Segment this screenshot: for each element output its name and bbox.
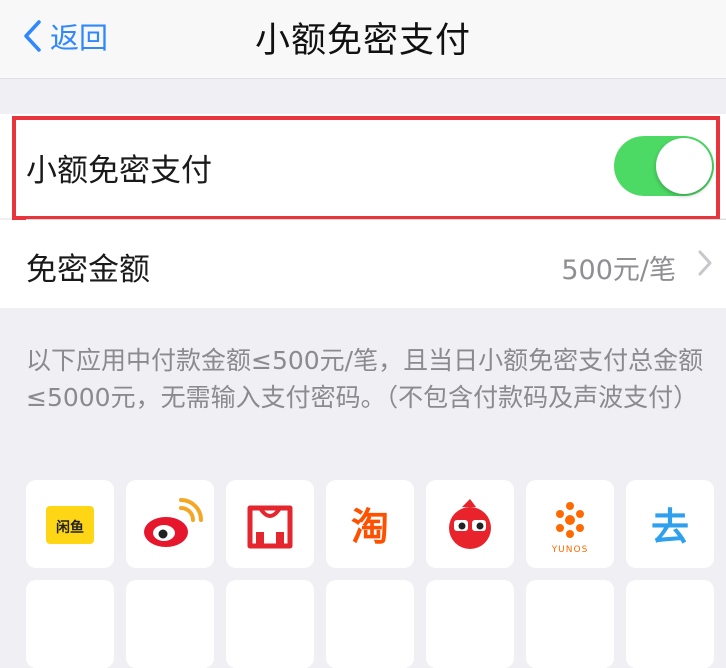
app-tile[interactable]: 闲鱼 [26, 480, 114, 568]
section-gap [0, 79, 726, 113]
app-tile[interactable] [426, 580, 514, 668]
app-tile[interactable] [426, 480, 514, 568]
app-tile[interactable] [126, 480, 214, 568]
toggle-row-label: 小额免密支付 [26, 153, 212, 189]
red-bird-icon [449, 499, 491, 549]
small-payment-switch[interactable] [614, 136, 714, 196]
qunar-icon: 去 [651, 505, 689, 549]
xianyu-icon: 闲鱼 [46, 506, 94, 544]
description-text: 以下应用中付款金额≤500元/笔，且当日小额免密支付总金额≤5000元，无需输入… [26, 346, 704, 412]
amount-row-label: 免密金额 [26, 252, 150, 288]
app-tile[interactable]: 淘 [326, 480, 414, 568]
chevron-right-icon [698, 250, 712, 276]
taobao-label: 淘 [351, 505, 389, 549]
tmall-icon [247, 505, 293, 549]
app-tile[interactable] [26, 580, 114, 668]
yunos-icon: YUNOS [551, 502, 589, 555]
app-tile[interactable] [126, 580, 214, 668]
taobao-icon: 淘 [351, 505, 389, 549]
app-tile[interactable]: YUNOS [526, 480, 614, 568]
amount-row[interactable]: 免密金额 500元/笔 [0, 220, 726, 308]
navigation-bar: 返回 小额免密支付 [0, 0, 726, 79]
app-tile[interactable] [226, 480, 314, 568]
app-tile[interactable] [626, 580, 714, 668]
weibo-icon [144, 498, 203, 547]
app-tile[interactable]: 去 [626, 480, 714, 568]
page-title: 小额免密支付 [254, 21, 471, 61]
switch-knob [656, 138, 712, 194]
app-tile[interactable] [326, 580, 414, 668]
amount-value: 500元/笔 [561, 255, 676, 286]
xianyu-label: 闲鱼 [56, 519, 84, 536]
app-tile[interactable] [226, 580, 314, 668]
qunar-label: 去 [651, 505, 689, 549]
yunos-label: YUNOS [551, 545, 589, 555]
app-tile[interactable] [526, 580, 614, 668]
